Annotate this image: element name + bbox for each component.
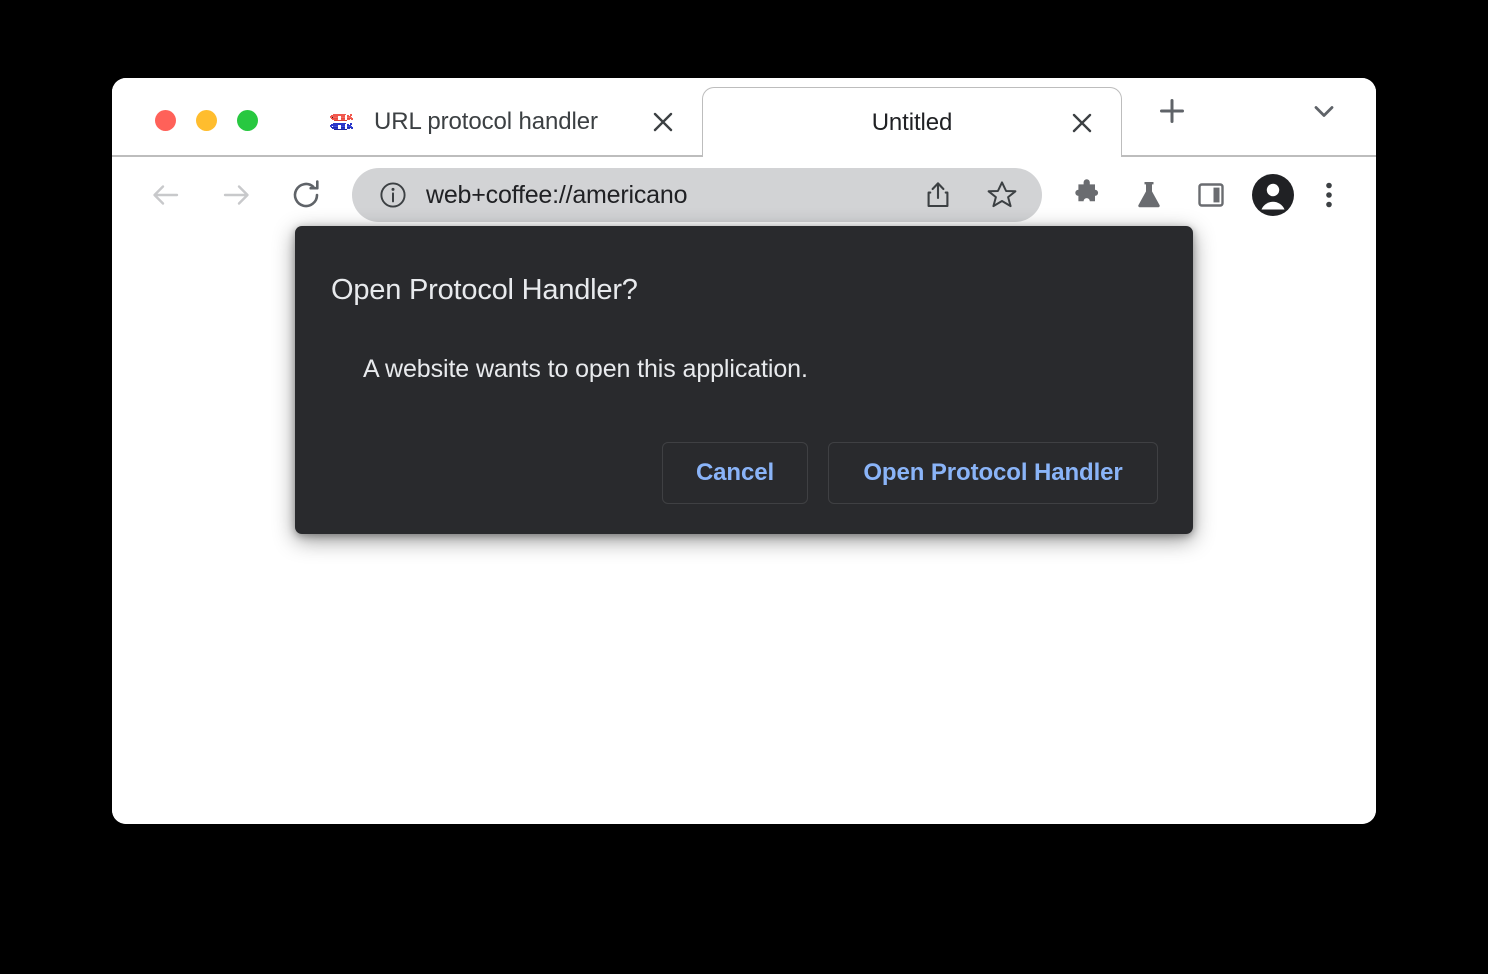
- cancel-button[interactable]: Cancel: [662, 442, 808, 504]
- profile-avatar-icon[interactable]: [1242, 167, 1304, 223]
- browser-toolbar: web+coffee://americano: [112, 157, 1376, 233]
- omnibox[interactable]: web+coffee://americano: [352, 168, 1042, 222]
- protocol-handler-dialog: Open Protocol Handler? A website wants t…: [295, 226, 1193, 534]
- three-dot-menu-icon[interactable]: [1304, 167, 1354, 223]
- fish-icon: [328, 108, 356, 136]
- tab-close-icon[interactable]: [646, 105, 680, 139]
- tab-untitled[interactable]: Untitled: [702, 87, 1122, 157]
- tab-strip: URL protocol handler Untitled: [112, 78, 1376, 157]
- window-maximize-button[interactable]: [237, 110, 258, 131]
- share-icon[interactable]: [916, 173, 960, 217]
- dialog-title: Open Protocol Handler?: [331, 274, 638, 306]
- tab-title: URL protocol handler: [374, 108, 598, 135]
- tab-actions: [1122, 78, 1356, 157]
- info-circle-icon[interactable]: [378, 180, 408, 210]
- toolbar-right-icons: [1056, 167, 1354, 223]
- omnibox-url-text[interactable]: web+coffee://americano: [426, 181, 916, 210]
- tab-close-icon[interactable]: [1065, 106, 1099, 140]
- side-panel-icon[interactable]: [1180, 167, 1242, 223]
- tab-url-protocol-handler[interactable]: URL protocol handler: [302, 87, 702, 157]
- flask-icon[interactable]: [1118, 167, 1180, 223]
- chevron-down-icon[interactable]: [1292, 85, 1356, 137]
- dialog-button-row: Cancel Open Protocol Handler: [329, 442, 1159, 504]
- new-tab-button[interactable]: [1140, 85, 1204, 137]
- dialog-message: A website wants to open this application…: [363, 355, 808, 383]
- tab-title: Untitled: [871, 108, 953, 136]
- window-minimize-button[interactable]: [196, 110, 217, 131]
- reload-icon[interactable]: [278, 167, 334, 223]
- open-protocol-handler-button[interactable]: Open Protocol Handler: [828, 442, 1158, 504]
- tab-list: URL protocol handler Untitled: [302, 78, 1122, 157]
- window-close-button[interactable]: [155, 110, 176, 131]
- screen: URL protocol handler Untitled web+coffee…: [0, 0, 1488, 974]
- star-icon[interactable]: [980, 173, 1024, 217]
- extensions-icon[interactable]: [1056, 167, 1118, 223]
- arrow-right-icon[interactable]: [208, 167, 264, 223]
- arrow-left-icon[interactable]: [138, 167, 194, 223]
- traffic-lights: [112, 110, 258, 157]
